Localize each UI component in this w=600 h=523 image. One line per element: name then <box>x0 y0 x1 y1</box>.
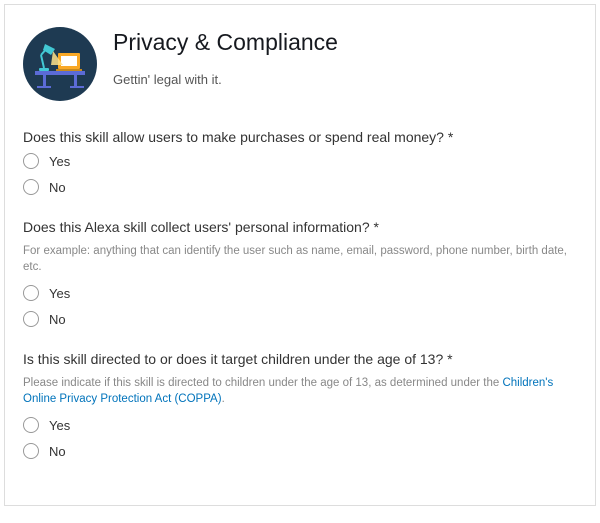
radio-label: Yes <box>49 286 70 301</box>
header-text: Privacy & Compliance Gettin' legal with … <box>113 27 338 101</box>
question-purchases: Does this skill allow users to make purc… <box>23 129 577 195</box>
question-text: Does this Alexa skill collect users' per… <box>23 219 577 235</box>
radio-icon <box>23 179 39 195</box>
radio-label: No <box>49 312 66 327</box>
radio-personal-no[interactable]: No <box>23 311 577 327</box>
compliance-illustration-icon <box>23 27 97 101</box>
radio-icon <box>23 443 39 459</box>
panel-header: Privacy & Compliance Gettin' legal with … <box>23 27 577 101</box>
question-hint: Please indicate if this skill is directe… <box>23 375 577 407</box>
privacy-compliance-panel: Privacy & Compliance Gettin' legal with … <box>4 4 596 506</box>
question-text: Is this skill directed to or does it tar… <box>23 351 577 367</box>
radio-label: Yes <box>49 418 70 433</box>
page-title: Privacy & Compliance <box>113 29 338 56</box>
page-subtitle: Gettin' legal with it. <box>113 72 338 87</box>
question-hint: For example: anything that can identify … <box>23 243 577 275</box>
question-personal-info: Does this Alexa skill collect users' per… <box>23 219 577 327</box>
radio-personal-yes[interactable]: Yes <box>23 285 577 301</box>
radio-children-no[interactable]: No <box>23 443 577 459</box>
question-text: Does this skill allow users to make purc… <box>23 129 577 145</box>
radio-icon <box>23 153 39 169</box>
radio-label: No <box>49 444 66 459</box>
radio-label: No <box>49 180 66 195</box>
radio-purchases-no[interactable]: No <box>23 179 577 195</box>
radio-children-yes[interactable]: Yes <box>23 417 577 433</box>
radio-icon <box>23 417 39 433</box>
radio-icon <box>23 311 39 327</box>
radio-label: Yes <box>49 154 70 169</box>
question-children: Is this skill directed to or does it tar… <box>23 351 577 459</box>
hint-suffix: . <box>222 393 225 405</box>
radio-purchases-yes[interactable]: Yes <box>23 153 577 169</box>
hint-prefix: Please indicate if this skill is directe… <box>23 377 502 389</box>
radio-icon <box>23 285 39 301</box>
